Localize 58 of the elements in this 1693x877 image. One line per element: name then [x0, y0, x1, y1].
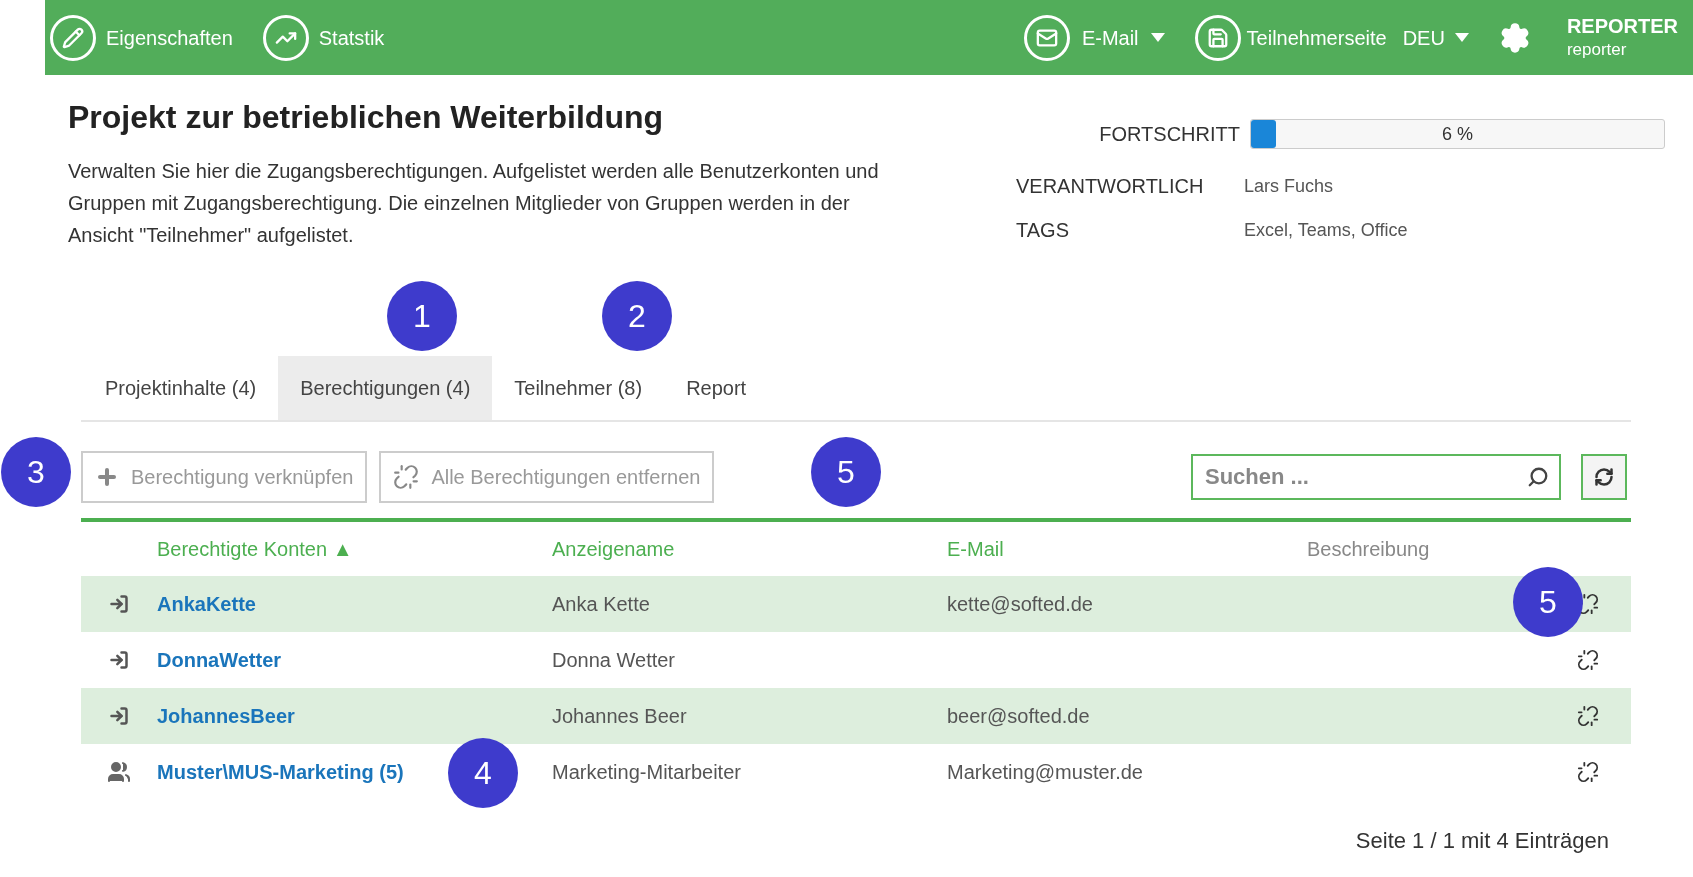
- callout-badge: 3: [1, 437, 71, 507]
- table-cell: Marketing@muster.de: [947, 761, 1143, 783]
- search-icon: [1527, 466, 1549, 488]
- remove-all-button[interactable]: Alle Berechtigungen entfernen: [379, 451, 715, 503]
- pagination-text: Seite 1 / 1 mit 4 Einträgen: [1355, 827, 1609, 855]
- link-permission-button[interactable]: Berechtigung verknüpfen: [81, 451, 368, 503]
- language-menu[interactable]: DEU: [1402, 22, 1469, 53]
- caret-icon: [1454, 33, 1469, 42]
- column-header: Beschreibung: [1307, 537, 1431, 562]
- tab[interactable]: Berechtigungen (4): [278, 356, 493, 420]
- column-header[interactable]: Berechtigte Konten ▲: [157, 534, 552, 564]
- table-cell: kette@softed.de: [947, 593, 1093, 615]
- progress-reading: 6 %: [1441, 122, 1474, 146]
- toolbar-button[interactable]: Statstik: [262, 14, 385, 61]
- column-header[interactable]: E-Mail: [947, 534, 1307, 564]
- tags-value: Excel, Teams, Office: [1244, 218, 1408, 242]
- table-cell-text: Marketing-Mitarbeiter: [552, 760, 742, 785]
- plus-icon: [95, 465, 119, 489]
- user-name: REPORTER: [1566, 13, 1678, 38]
- tab[interactable]: Projektinhalte (4): [83, 356, 279, 420]
- page-title: Projekt zur betrieblichen Weiterbildung: [68, 98, 665, 137]
- progress-label: FORTSCHRITT: [1098, 122, 1241, 147]
- pencil-icon: [50, 14, 96, 61]
- column-header[interactable]: Anzeigename: [552, 534, 947, 564]
- broken-link-icon: [393, 464, 420, 490]
- email-menu-button[interactable]: E-Mail: [1023, 14, 1165, 61]
- broken-link-icon[interactable]: [1577, 649, 1599, 671]
- tab[interactable]: Report: [664, 356, 769, 420]
- table-cell-text: Donna Wetter: [552, 648, 677, 673]
- caret-icon: [1150, 33, 1165, 42]
- account-link[interactable]: DonnaWetter: [157, 649, 282, 671]
- callout-badge: 1: [387, 281, 457, 351]
- refresh-icon: [1594, 467, 1614, 487]
- description-text: Verwalten Sie hier die Zugangsberechtigungen. Aufgelistet werden alle Benutzerkonten und Gruppen mit Zugangsberechtigung. Die einzelnen Mitglieder von Gruppen werden in der Ansicht "Teilnehmer" aufgelistet.: [68, 159, 880, 248]
- account-link[interactable]: Muster\MUS-Marketing (5): [157, 761, 404, 783]
- search-field[interactable]: Suchen ...: [1191, 454, 1561, 500]
- callout-badge: 5: [811, 437, 881, 507]
- tags-label: TAGS: [1016, 218, 1070, 243]
- user-login: reporter: [1566, 38, 1628, 61]
- owner-label: VERANTWORTLICH: [1016, 174, 1205, 199]
- toolbar-button[interactable]: Eigenschaften: [50, 14, 233, 61]
- envelope-icon: [1023, 14, 1070, 61]
- table-cell-text: Johannes Beer: [552, 704, 688, 729]
- tab[interactable]: Teilnehmer (8): [492, 356, 665, 420]
- refresh-button[interactable]: [1581, 454, 1627, 500]
- owner-value: Lars Fuchs: [1244, 174, 1334, 198]
- sign-in-icon: [109, 650, 129, 670]
- group-icon: [107, 760, 131, 784]
- participant-page-button[interactable]: Teilnehmerseite: [1194, 14, 1387, 61]
- table-cell: beer@softed.de: [947, 705, 1090, 727]
- sign-in-icon: [109, 594, 129, 614]
- broken-link-icon[interactable]: [1577, 705, 1599, 727]
- account-link[interactable]: JohannesBeer: [157, 705, 295, 727]
- sign-in-icon: [109, 706, 129, 726]
- callout-badge: 2: [602, 281, 672, 351]
- account-link[interactable]: AnkaKette: [157, 593, 256, 615]
- table-cell-text: Anka Kette: [552, 592, 651, 617]
- broken-link-icon[interactable]: [1577, 761, 1599, 783]
